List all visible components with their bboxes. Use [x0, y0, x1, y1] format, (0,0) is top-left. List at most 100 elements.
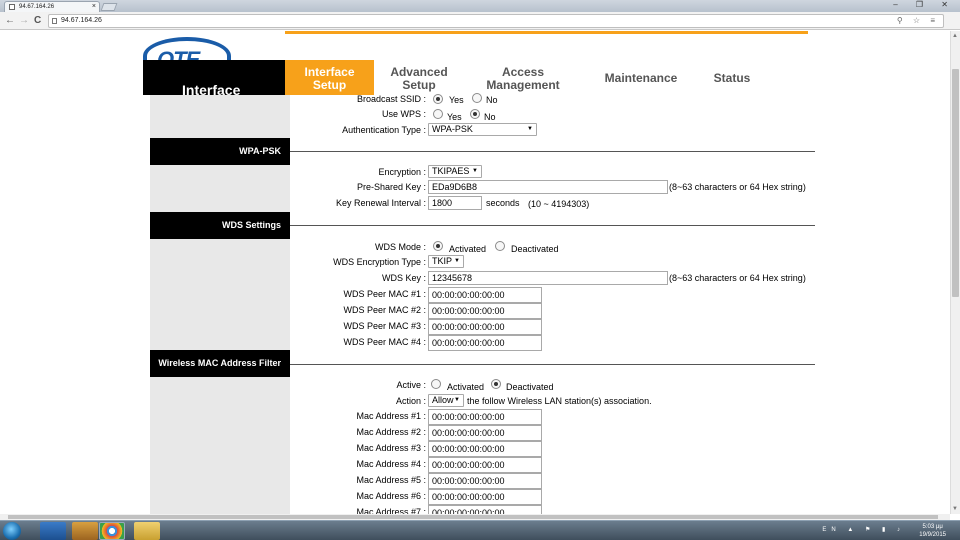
psk-hint: (8~63 characters or 64 Hex string) [669, 182, 806, 192]
browser-tab[interactable]: 94.67.164.26 × [4, 1, 100, 12]
mac-address-input[interactable]: 00:00:00:00:00:00 [428, 505, 542, 514]
forward-arrow-icon[interactable]: → [19, 15, 29, 26]
filter-action-suffix: the follow Wireless LAN station(s) assoc… [467, 396, 652, 406]
renewal-unit: seconds [486, 198, 520, 208]
renewal-input[interactable]: 1800 [428, 196, 482, 210]
wds-activated-label: Activated [449, 244, 487, 254]
select-value: TKIPAES [432, 166, 470, 176]
wds-peer-mac-label: WDS Peer MAC #1 : [343, 289, 426, 299]
renewal-range: (10 ~ 4194303) [528, 199, 590, 209]
mac-address-input[interactable]: 00:00:00:00:00:00 [428, 425, 542, 441]
language-indicator[interactable]: EN [822, 527, 840, 533]
wds-peer-mac-input[interactable]: 00:00:00:00:00:00 [428, 335, 542, 351]
dropdown-arrow-icon: ▼ [454, 258, 460, 264]
clock-date: 19/9/2015 [919, 532, 946, 538]
address-text: 94.67.164.26 [61, 17, 102, 24]
mac-address-input[interactable]: 00:00:00:00:00:00 [428, 441, 542, 457]
window-controls[interactable]: ‒ ❐ ✕ [893, 0, 956, 10]
wpa-psk-section-header: WPA-PSK [150, 138, 290, 165]
wds-deactivated-radio[interactable] [495, 241, 505, 251]
select-value: TKIP [432, 256, 453, 266]
nav-label: Access Management [486, 65, 560, 92]
clock[interactable]: 5:03 μμ 19/9/2015 [919, 523, 946, 539]
media-player-taskbar-icon[interactable] [72, 522, 98, 540]
mac-address-label: Mac Address #6 : [356, 491, 426, 501]
wds-peer-mac-label: WDS Peer MAC #2 : [343, 305, 426, 315]
filter-action-select[interactable]: Allow ▼ [428, 394, 464, 407]
back-arrow-icon[interactable]: ← [5, 15, 15, 26]
broadcast-ssid-label: Broadcast SSID : [356, 94, 426, 104]
router-page: OTE Interface Interface Setup Advanced S… [0, 31, 950, 514]
reload-icon[interactable]: C [34, 15, 41, 26]
windows-taskbar: EN ▲ ⚑ ▮ ♪ 5:03 μμ 19/9/2015 [0, 520, 960, 540]
tab-close-icon[interactable]: × [92, 2, 96, 12]
mac-address-label: Mac Address #1 : [356, 411, 426, 421]
wds-enc-select[interactable]: TKIP ▼ [428, 255, 464, 268]
mac-address-input[interactable]: 00:00:00:00:00:00 [428, 409, 542, 425]
mac-address-label: Mac Address #7 : [356, 507, 426, 514]
wds-activated-radio[interactable] [433, 241, 443, 251]
new-tab-button[interactable] [100, 3, 118, 11]
auth-type-select[interactable]: WPA-PSK ▼ [428, 123, 537, 136]
mac-filter-section-header: Wireless MAC Address Filter [150, 350, 290, 377]
renewal-label: Key Renewal Interval : [335, 198, 426, 208]
filter-deactivated-radio[interactable] [491, 379, 501, 389]
nav-access-management[interactable]: Access Management [478, 66, 568, 92]
browser-titlebar: 94.67.164.26 × ‒ ❐ ✕ [0, 0, 960, 12]
system-tray[interactable]: EN ▲ ⚑ ▮ ♪ [822, 526, 905, 533]
mac-address-label: Mac Address #5 : [356, 475, 426, 485]
broadcast-ssid-no-label: No [486, 95, 498, 105]
broadcast-ssid-yes-label: Yes [449, 95, 464, 105]
filter-active-label: Active : [396, 380, 426, 390]
wds-enc-label: WDS Encryption Type : [333, 257, 426, 267]
scroll-up-icon[interactable]: ▲ [952, 33, 958, 39]
page-icon [52, 18, 57, 24]
mac-address-input[interactable]: 00:00:00:00:00:00 [428, 473, 542, 489]
mac-address-input[interactable]: 00:00:00:00:00:00 [428, 457, 542, 473]
nav-advanced-setup[interactable]: Advanced Setup [376, 66, 462, 92]
psk-input[interactable]: EDa9D6B8 [428, 180, 668, 194]
explorer-taskbar-icon[interactable] [134, 522, 160, 540]
filter-action-label: Action : [395, 396, 426, 406]
broadcast-ssid-yes-radio[interactable] [433, 94, 443, 104]
header-accent-bar [285, 31, 808, 34]
ie-taskbar-icon[interactable] [40, 522, 66, 540]
omnibox-icons[interactable]: ⚲ ☆ ≡ [897, 15, 939, 27]
use-wps-yes-label: Yes [447, 112, 462, 122]
mac-address-input[interactable]: 00:00:00:00:00:00 [428, 489, 542, 505]
wds-peer-mac-label: WDS Peer MAC #3 : [343, 321, 426, 331]
select-value: Allow [432, 395, 454, 405]
dropdown-arrow-icon: ▼ [454, 397, 460, 403]
wds-mode-label: WDS Mode : [374, 242, 426, 252]
mac-address-label: Mac Address #4 : [356, 459, 426, 469]
nav-label: Interface Setup [304, 65, 355, 92]
encryption-label: Encryption : [378, 167, 426, 177]
nav-status[interactable]: Status [702, 72, 762, 85]
use-wps-no-radio[interactable] [470, 109, 480, 119]
scroll-down-icon[interactable]: ▼ [952, 506, 958, 512]
scroll-thumb[interactable] [8, 515, 938, 519]
wds-key-input[interactable]: 12345678 [428, 271, 668, 285]
wds-peer-mac-input[interactable]: 00:00:00:00:00:00 [428, 319, 542, 335]
start-button[interactable] [3, 522, 21, 540]
psk-label: Pre-Shared Key : [356, 182, 426, 192]
encryption-select[interactable]: TKIPAES ▼ [428, 165, 482, 178]
use-wps-no-label: No [484, 112, 496, 122]
broadcast-ssid-no-radio[interactable] [472, 93, 482, 103]
use-wps-yes-radio[interactable] [433, 109, 443, 119]
wds-peer-mac-input[interactable]: 00:00:00:00:00:00 [428, 287, 542, 303]
mac-address-label: Mac Address #3 : [356, 443, 426, 453]
wds-key-label: WDS Key : [381, 273, 426, 283]
nav-maintenance[interactable]: Maintenance [596, 72, 686, 85]
wds-deactivated-label: Deactivated [511, 244, 559, 254]
dropdown-arrow-icon: ▼ [472, 168, 478, 174]
wds-peer-mac-input[interactable]: 00:00:00:00:00:00 [428, 303, 542, 319]
vertical-scrollbar[interactable]: ▲ ▼ [950, 31, 960, 514]
filter-deactivated-label: Deactivated [506, 382, 554, 392]
scroll-thumb[interactable] [952, 69, 959, 297]
chrome-taskbar-icon[interactable] [99, 522, 125, 540]
filter-activated-radio[interactable] [431, 379, 441, 389]
use-wps-label: Use WPS : [381, 109, 426, 119]
nav-interface-setup[interactable]: Interface Setup [285, 60, 374, 95]
address-bar[interactable]: 94.67.164.26 ⚲ ☆ ≡ [48, 14, 944, 28]
